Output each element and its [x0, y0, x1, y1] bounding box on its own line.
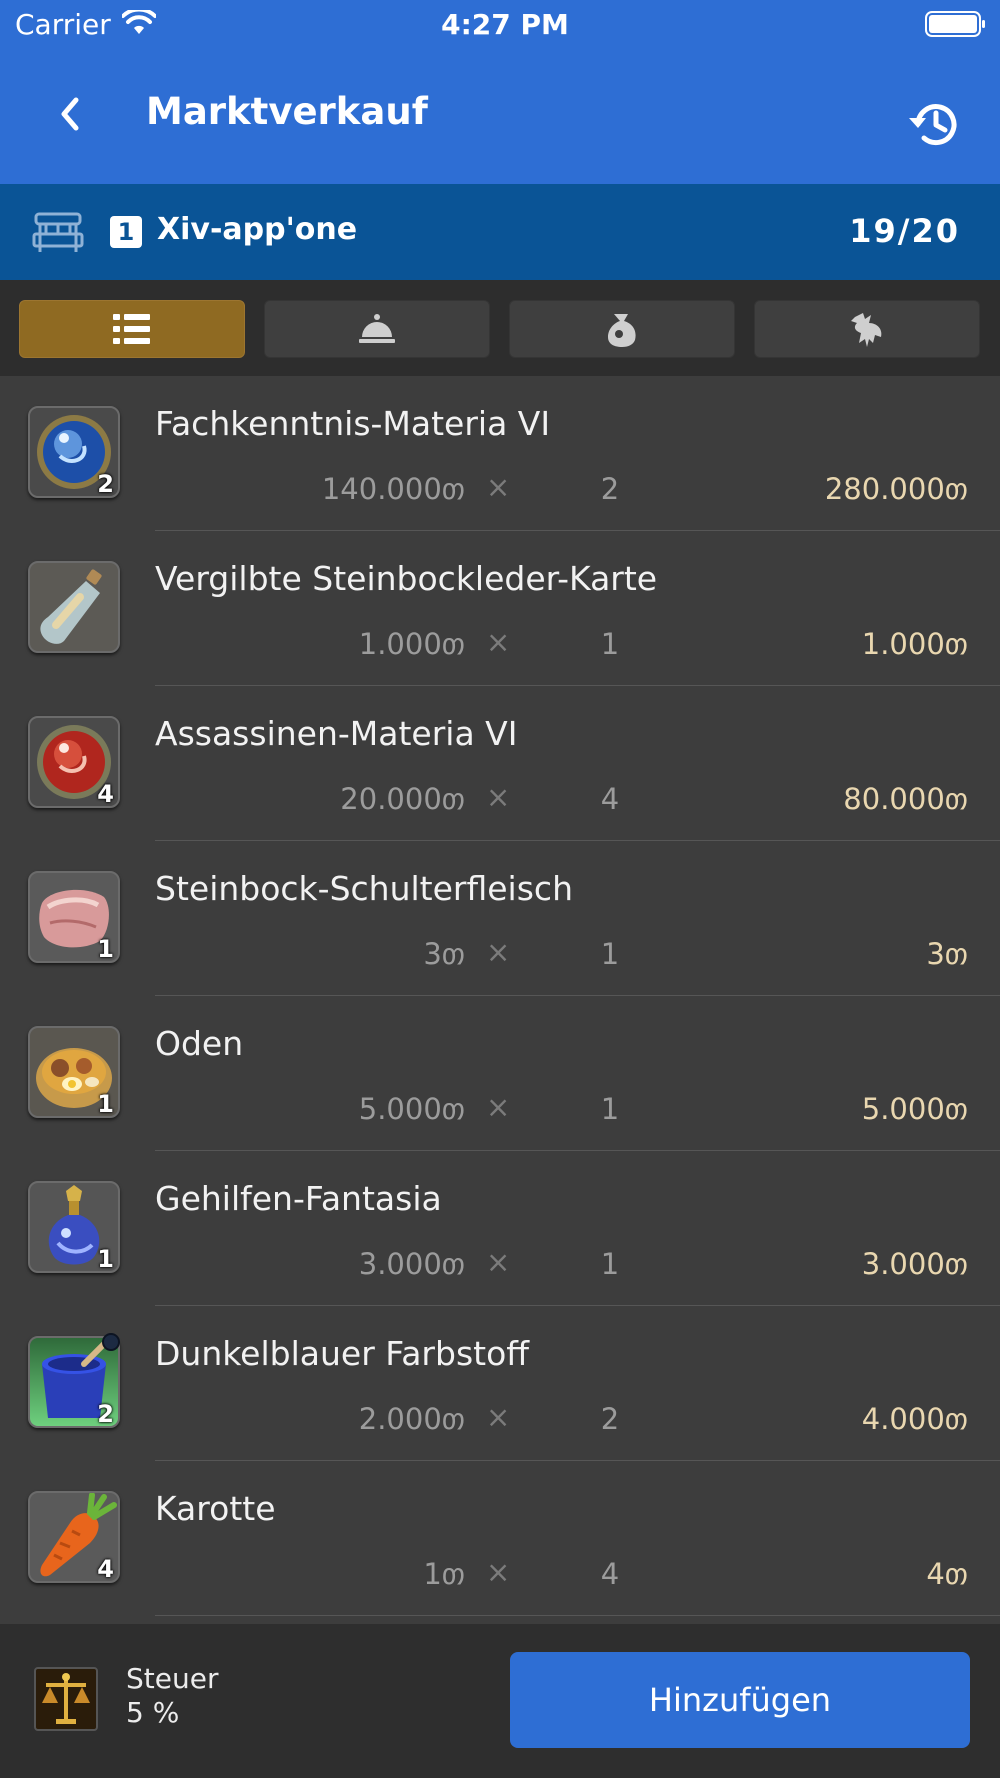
list-item[interactable]: 1 Oden 5.000თ × 1 5.000თ [0, 996, 1000, 1151]
status-bar: Carrier 4:27 PM [0, 0, 1000, 50]
item-name: Dunkelblauer Farbstoff [155, 1334, 530, 1373]
list-item[interactable]: 4 Karotte 1თ × 4 4თ [0, 1461, 1000, 1616]
tax-label: Steuer [126, 1662, 219, 1695]
navigation-bar: Marktverkauf [0, 50, 1000, 184]
retainer-bar: 1 Xiv-app'one 19/20 [0, 184, 1000, 280]
tax-value: 5 % [126, 1696, 180, 1729]
item-name: Gehilfen-Fantasia [155, 1179, 442, 1218]
sale-item-list: 2 Fachkenntnis-Materia VI 140.000თ × 2 2… [0, 376, 1000, 1624]
unit-price: 140.000თ [321, 472, 465, 506]
total-price: 280.000თ [824, 472, 968, 506]
unit-price: 3თ [423, 937, 465, 971]
list-item[interactable]: 2 Dunkelblauer Farbstoff 2.000თ × 2 4.00… [0, 1306, 1000, 1461]
quantity: 2 [600, 472, 620, 506]
item-name: Steinbock-Schulterfleisch [155, 869, 573, 908]
tab-service-bell[interactable] [264, 300, 490, 358]
total-price: 3თ [926, 937, 968, 971]
add-button[interactable]: Hinzufügen [510, 1652, 970, 1748]
chevron-left-icon[interactable] [44, 88, 96, 140]
multiply-sign: × [486, 935, 511, 969]
divider [155, 1615, 1000, 1616]
battery-icon [925, 11, 985, 37]
blue-materia-icon: 2 [28, 406, 120, 498]
unit-price: 5.000თ [358, 1092, 465, 1126]
market-stall-icon [32, 212, 84, 252]
total-price: 3.000თ [861, 1247, 968, 1281]
stack-count: 1 [97, 935, 114, 963]
total-price: 4თ [926, 1557, 968, 1591]
multiply-sign: × [486, 625, 511, 659]
unit-price: 1თ [423, 1557, 465, 1591]
hq-indicator [102, 1333, 120, 1351]
list-item[interactable]: Vergilbte Steinbockleder-Karte 1.000თ × … [0, 531, 1000, 686]
multiply-sign: × [486, 470, 511, 504]
tab-bag[interactable] [509, 300, 735, 358]
unit-price: 3.000თ [358, 1247, 465, 1281]
stack-count: 1 [97, 1090, 114, 1118]
quantity: 1 [600, 1092, 620, 1126]
total-price: 80.000თ [843, 782, 968, 816]
chocobo-icon [851, 313, 882, 347]
stack-count: 1 [97, 1245, 114, 1273]
list-icon [113, 314, 150, 344]
list-item[interactable]: 1 Gehilfen-Fantasia 3.000თ × 1 3.000თ [0, 1151, 1000, 1306]
service-bell-icon [359, 314, 395, 343]
retainer-item-count: 19/20 [849, 212, 960, 250]
item-name: Fachkenntnis-Materia VI [155, 404, 551, 443]
multiply-sign: × [486, 1245, 511, 1279]
history-icon[interactable] [904, 94, 964, 154]
multiply-sign: × [486, 780, 511, 814]
total-price: 5.000თ [861, 1092, 968, 1126]
item-name: Assassinen-Materia VI [155, 714, 518, 753]
carrot-icon: 4 [28, 1491, 120, 1583]
retainer-slot-badge: 1 [110, 216, 142, 248]
list-item[interactable]: 4 Assassinen-Materia VI 20.000თ × 4 80.0… [0, 686, 1000, 841]
quantity: 1 [600, 937, 620, 971]
quantity: 2 [600, 1402, 620, 1436]
quantity: 1 [600, 1247, 620, 1281]
stack-count: 4 [97, 780, 114, 808]
unit-price: 20.000თ [340, 782, 465, 816]
potion-flask-icon: 1 [28, 1181, 120, 1273]
scales-icon [34, 1667, 98, 1731]
item-name: Oden [155, 1024, 244, 1063]
unit-price: 1.000თ [358, 627, 465, 661]
stack-count: 2 [97, 1400, 114, 1428]
quantity: 4 [600, 1557, 620, 1591]
multiply-sign: × [486, 1400, 511, 1434]
multiply-sign: × [486, 1090, 511, 1124]
tab-list[interactable] [19, 300, 245, 358]
category-tabs [0, 280, 1000, 376]
item-name: Vergilbte Steinbockleder-Karte [155, 559, 658, 598]
quantity: 1 [600, 627, 620, 661]
footer-bar: Steuer 5 % Hinzufügen [0, 1624, 1000, 1778]
bottle-map-icon [28, 561, 120, 653]
multiply-sign: × [486, 1555, 511, 1589]
bag-icon [608, 314, 636, 347]
retainer-name: Xiv-app'one [157, 212, 358, 247]
page-title: Marktverkauf [146, 90, 428, 133]
list-item[interactable]: 2 Fachkenntnis-Materia VI 140.000თ × 2 2… [0, 376, 1000, 531]
quantity: 4 [600, 782, 620, 816]
stack-count: 4 [97, 1555, 114, 1583]
total-price: 1.000თ [861, 627, 968, 661]
oden-bowl-icon: 1 [28, 1026, 120, 1118]
list-item[interactable]: 1 Steinbock-Schulterfleisch 3თ × 1 3თ [0, 841, 1000, 996]
meat-icon: 1 [28, 871, 120, 963]
total-price: 4.000თ [861, 1402, 968, 1436]
clock: 4:27 PM [441, 8, 569, 41]
unit-price: 2.000თ [358, 1402, 465, 1436]
red-materia-icon: 4 [28, 716, 120, 808]
stack-count: 2 [97, 470, 114, 498]
tab-chocobo[interactable] [754, 300, 980, 358]
item-name: Karotte [155, 1489, 276, 1528]
